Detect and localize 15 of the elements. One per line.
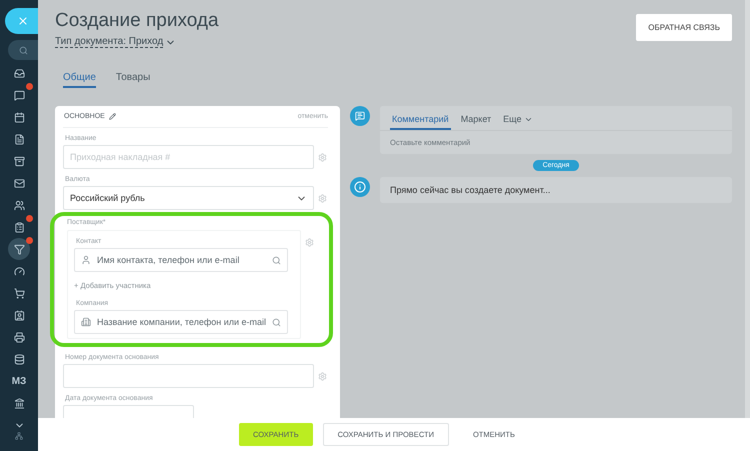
page-title: Создание прихода xyxy=(55,10,219,32)
tab[interactable]: Комментарий xyxy=(390,111,451,130)
contact-search-field[interactable]: Имя контакта, телефон или e-mail xyxy=(74,248,288,272)
tab[interactable]: Товары xyxy=(116,72,150,88)
feedback-button[interactable]: ОБРАТНАЯ СВЯЗЬ xyxy=(636,14,732,41)
document-type-link[interactable]: Тип документа: Приход xyxy=(55,36,164,48)
info-message: Прямо сейчас вы создаете документ... xyxy=(380,177,732,203)
company-search-field[interactable]: Название компании, телефон или e-mail xyxy=(74,310,288,334)
tab[interactable]: Общие xyxy=(63,72,96,88)
search-input[interactable]: Название компании, телефон или e-mail xyxy=(97,317,266,327)
input-field[interactable]: Приходная накладная # xyxy=(63,145,314,169)
currency-select[interactable]: Российский рубль xyxy=(63,186,314,210)
tab[interactable]: Маркет xyxy=(458,111,494,130)
tab[interactable]: Еще xyxy=(501,111,536,130)
sidebar-item[interactable]: МЗ xyxy=(8,370,30,392)
